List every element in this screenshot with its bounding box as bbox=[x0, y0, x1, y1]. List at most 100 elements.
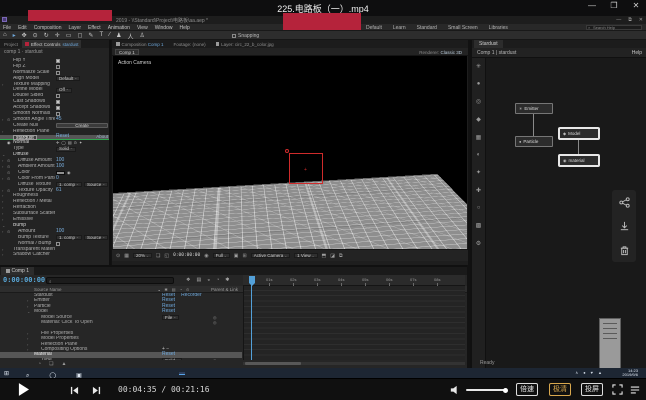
timeline-zoom-icon[interactable]: ▲ bbox=[62, 361, 67, 367]
checkbox[interactable] bbox=[56, 242, 60, 246]
taskbar-app-app-blue[interactable] bbox=[139, 372, 145, 374]
emitter-node-icon[interactable]: ✳ bbox=[476, 63, 481, 70]
ae-restore-button[interactable]: ⧉ bbox=[628, 17, 632, 23]
comp-chip[interactable]: Comp 1 bbox=[115, 49, 139, 55]
node-particle[interactable]: ● Particle bbox=[515, 136, 553, 147]
timeline-toolbar-icon[interactable]: ◒ bbox=[207, 277, 210, 283]
taskbar-app-after-effects[interactable] bbox=[179, 372, 185, 375]
renderer-info[interactable]: Renderer: Classic 3D bbox=[419, 50, 462, 55]
dropdown[interactable]: Default⌄ bbox=[56, 76, 80, 81]
checkbox[interactable] bbox=[56, 106, 60, 110]
sphere-node-icon[interactable]: ◐ bbox=[477, 152, 481, 158]
ae-close-button[interactable]: ✕ bbox=[639, 17, 643, 23]
viewport-timecode[interactable]: 0:00:00:00 bbox=[173, 253, 200, 258]
timeline-toolbar-icon[interactable]: ▤ bbox=[196, 277, 201, 283]
force-node-icon[interactable]: ✚ bbox=[476, 187, 481, 194]
quality-button[interactable]: 极清 bbox=[549, 383, 571, 396]
camera-icon[interactable]: ◉ bbox=[204, 253, 208, 259]
column-source-name[interactable]: Source Name bbox=[34, 287, 62, 292]
viewport[interactable]: Action Camera + bbox=[113, 56, 467, 249]
tray-icon[interactable]: ♥ bbox=[591, 370, 593, 375]
tab-composition[interactable]: Composition Comp 1 bbox=[116, 42, 164, 47]
snapping-checkbox[interactable] bbox=[232, 34, 236, 38]
star-node-icon[interactable]: ✦ bbox=[476, 169, 481, 176]
tray-icon[interactable]: ▲ bbox=[598, 370, 602, 375]
pixel-aspect-icon[interactable]: ⬒ bbox=[322, 253, 327, 259]
about-link[interactable]: About bbox=[96, 134, 108, 140]
playhead-marker[interactable] bbox=[249, 276, 255, 283]
orbit-node-icon[interactable]: ○ bbox=[477, 205, 481, 211]
timeline-toolbar-icon[interactable]: ❖ bbox=[186, 277, 190, 283]
fast-previews-icon[interactable]: ◪ bbox=[330, 253, 335, 259]
node-model[interactable]: ◆ Model bbox=[559, 128, 599, 139]
dropdown[interactable]: Solid⌄ bbox=[162, 358, 182, 360]
current-timecode[interactable]: 0:00:00:00 bbox=[3, 276, 45, 284]
flowchart-icon[interactable]: ⧉ bbox=[339, 253, 343, 259]
snapping-toggle[interactable]: Snapping bbox=[232, 33, 259, 39]
mask-visibility-icon[interactable]: ❏ bbox=[156, 253, 160, 259]
taskbar-app-app-red[interactable] bbox=[159, 372, 165, 374]
checkbox[interactable] bbox=[56, 59, 60, 63]
trash-icon[interactable] bbox=[619, 245, 630, 256]
playlist-icon[interactable] bbox=[630, 385, 640, 395]
time-ruler[interactable]: 01s02s03s04s05s06s07s08s bbox=[243, 275, 465, 286]
timeline-row[interactable]: TypeSolid⌄◎ bbox=[0, 358, 242, 360]
help-link[interactable]: Help bbox=[632, 48, 642, 58]
particle-node-icon[interactable]: ● bbox=[477, 81, 481, 87]
tab-layer[interactable]: Layer: circ_22_b_color.jpg bbox=[216, 42, 274, 47]
dropdown[interactable]: 20%⌄ bbox=[133, 253, 152, 258]
region-of-interest-icon[interactable]: ◱ bbox=[164, 253, 169, 259]
timeline-horizontal-scrollbar[interactable] bbox=[243, 362, 465, 365]
dropdown[interactable]: Solid⌄ bbox=[56, 147, 76, 152]
scrollbar-handle[interactable] bbox=[245, 362, 301, 365]
video-frame[interactable]: 2019 - \\Standard\Project\电路板\aa.aep * —… bbox=[0, 16, 646, 378]
checkbox[interactable] bbox=[56, 100, 60, 104]
dropdown[interactable]: 1 View⌄ bbox=[294, 253, 317, 258]
checkbox[interactable] bbox=[56, 65, 60, 69]
timeline-search-input[interactable]: ⌕ bbox=[46, 277, 174, 284]
map-node-icon[interactable]: ▩ bbox=[476, 222, 482, 229]
node-emitter[interactable]: ✳ Emitter bbox=[515, 103, 553, 114]
tab-footage[interactable]: Footage: (none) bbox=[174, 42, 206, 47]
dropdown[interactable]: Off⌄ bbox=[56, 88, 72, 93]
maximize-button[interactable]: ❐ bbox=[608, 1, 620, 10]
share-nodes-icon[interactable] bbox=[619, 197, 630, 208]
taskbar-clock[interactable]: 14:23 2019/9/6 bbox=[622, 369, 638, 378]
magnifier-icon[interactable]: ⊙ bbox=[116, 253, 120, 259]
dropdown[interactable]: Active Camera⌄ bbox=[251, 253, 290, 258]
tab-effect-controls[interactable]: Effect Controls stardust bbox=[22, 40, 81, 48]
settings-node-icon[interactable]: ⚙ bbox=[476, 240, 481, 247]
tab-project[interactable]: Project bbox=[0, 42, 22, 47]
ae-minimize-button[interactable]: — bbox=[616, 17, 621, 23]
node-material[interactable]: ◉ material bbox=[559, 155, 599, 166]
timeline-zoom-icon[interactable]: ◔ bbox=[38, 361, 41, 367]
layer-selection-box[interactable]: + bbox=[289, 153, 323, 184]
previous-button[interactable] bbox=[70, 386, 79, 395]
column-parent-link[interactable]: Parent & Link bbox=[211, 287, 238, 292]
start-button[interactable]: ⊞ bbox=[4, 370, 9, 377]
timeline-toolbar-icon[interactable]: ◔ bbox=[216, 277, 219, 283]
dropdown[interactable]: Full⌄ bbox=[213, 253, 230, 258]
dropdown[interactable]: 1. comp⌄ bbox=[56, 235, 82, 240]
dropdown[interactable]: Source⌄ bbox=[84, 235, 108, 240]
volume-slider[interactable] bbox=[466, 389, 506, 391]
search-help-input[interactable]: ⌕ Search Help bbox=[586, 25, 642, 30]
taskbar-app-photos-app[interactable] bbox=[119, 372, 125, 374]
transparency-grid-icon[interactable]: ▣ bbox=[234, 253, 239, 259]
speed-button[interactable]: 倍速 bbox=[516, 383, 538, 396]
twirl-icon[interactable]: › bbox=[2, 252, 7, 258]
constant-icon[interactable]: ◎ bbox=[213, 358, 217, 360]
grid-icon[interactable]: ▦ bbox=[124, 253, 129, 259]
grid-guides-icon[interactable]: ⊞ bbox=[243, 253, 247, 259]
close-button[interactable]: ✕ bbox=[630, 1, 642, 10]
tray-icon[interactable]: ● bbox=[583, 370, 585, 375]
tab-stardust[interactable]: Stardust bbox=[474, 40, 503, 48]
volume-knob[interactable] bbox=[503, 388, 508, 393]
checkbox[interactable] bbox=[56, 94, 60, 98]
grid-node-icon[interactable]: ▦ bbox=[476, 134, 482, 141]
volume-icon[interactable] bbox=[450, 385, 460, 395]
minimize-button[interactable]: — bbox=[586, 1, 598, 10]
model-node-icon[interactable]: ◆ bbox=[476, 116, 481, 123]
timeline-toolbar-icon[interactable]: ✱ bbox=[225, 277, 229, 283]
replica-node-icon[interactable]: ◎ bbox=[476, 98, 481, 105]
